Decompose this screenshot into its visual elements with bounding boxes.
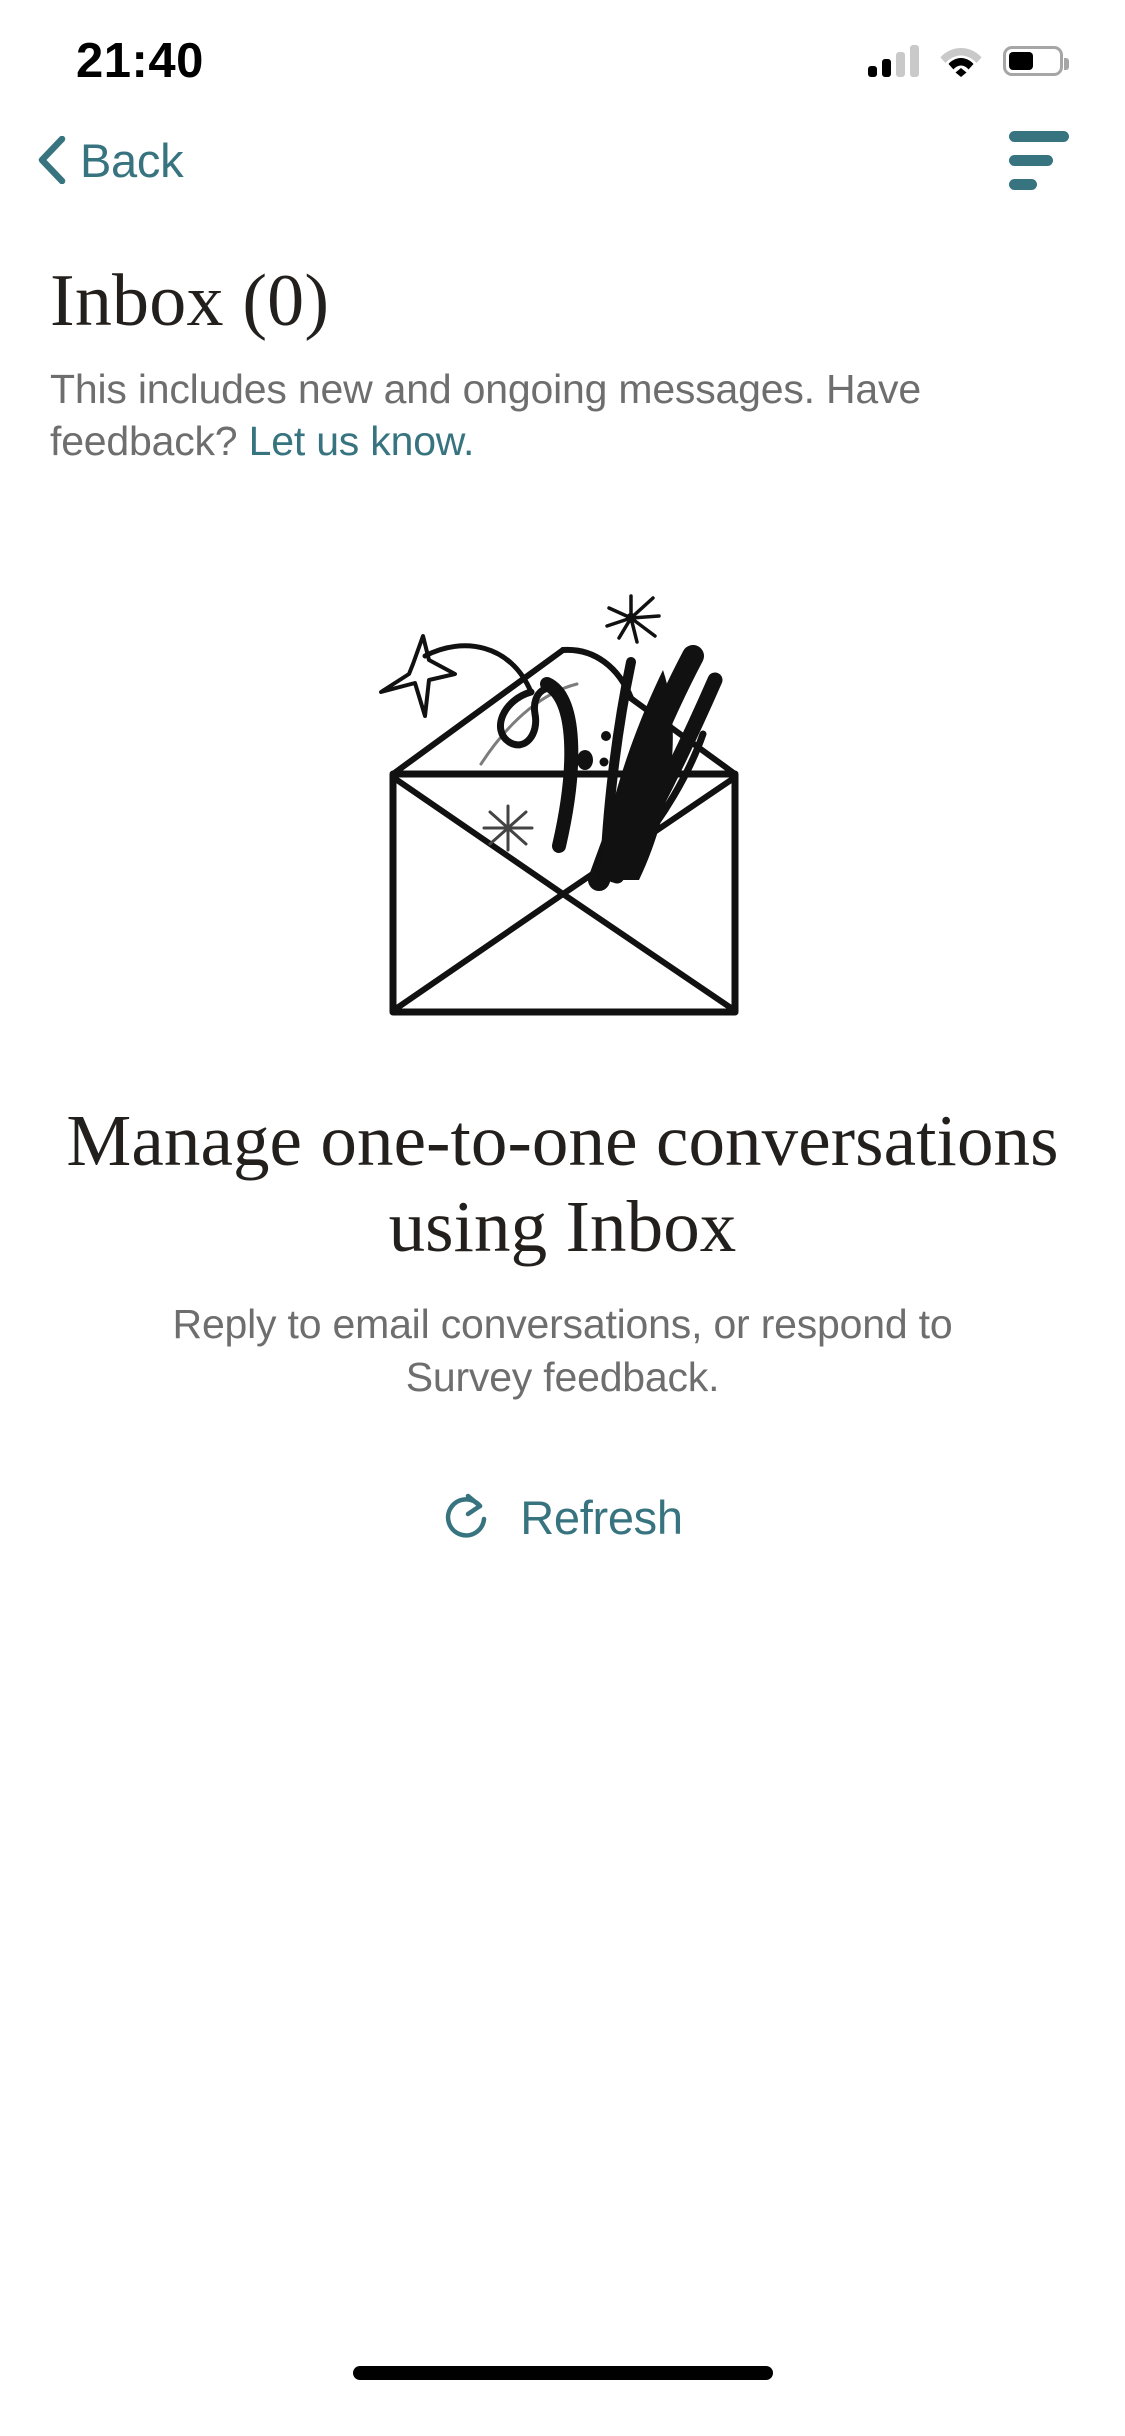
wifi-icon: [940, 48, 982, 77]
home-indicator[interactable]: [352, 2366, 773, 2380]
battery-icon: [1003, 45, 1069, 76]
empty-state-body: Reply to email conversations, or respond…: [172, 1300, 953, 1401]
phone-screen: 21:40 Back Inbox (0) This includes new a…: [0, 0, 1125, 2436]
status-bar-time: 21:40: [76, 33, 204, 88]
status-bar-icons: [868, 44, 1069, 77]
cellular-signal-icon: [868, 44, 919, 77]
home-indicator-area: [0, 2316, 1125, 2436]
chevron-left-icon: [38, 136, 66, 184]
page-header: Inbox (0) This includes new and ongoing …: [0, 215, 1125, 468]
open-envelope-sparkles-illustration: [378, 593, 738, 1016]
empty-state: Manage one-to-one conversations using In…: [0, 468, 1125, 2316]
page-title: Inbox (0): [50, 260, 330, 342]
status-bar: 21:40: [0, 0, 1125, 105]
refresh-button-label: Refresh: [520, 1491, 683, 1545]
refresh-button[interactable]: Refresh: [418, 1476, 706, 1559]
back-button[interactable]: Back: [26, 125, 193, 196]
empty-state-title: Manage one-to-one conversations using In…: [66, 1099, 1059, 1267]
let-us-know-link[interactable]: Let us know.: [249, 418, 475, 464]
page-subtitle-text: This includes new and ongoing messages. …: [50, 365, 921, 465]
filter-sort-icon[interactable]: [995, 115, 1083, 206]
refresh-circular-arrow-icon: [446, 1493, 487, 1538]
navigation-bar: Back: [0, 105, 1125, 215]
back-button-label: Back: [80, 133, 184, 187]
page-subtitle: This includes new and ongoing messages. …: [50, 363, 1075, 468]
